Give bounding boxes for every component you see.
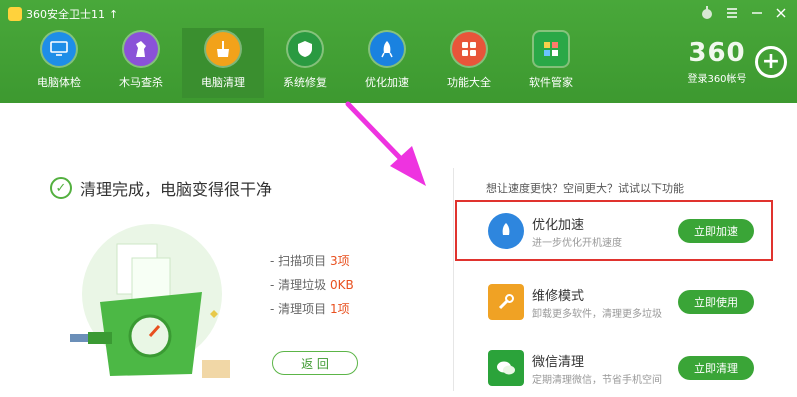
card-repair-mode[interactable]: 维修模式 卸载更多软件，清理更多垃圾 立即使用 (485, 273, 785, 331)
tab-software-manager[interactable]: 软件管家 (510, 28, 592, 98)
login-link[interactable]: 登录360帐号 (677, 70, 757, 85)
stat-item: - 扫描项目 3项 (270, 254, 350, 268)
tab-system-repair[interactable]: 系统修复 (264, 28, 346, 98)
grid-icon (452, 32, 486, 66)
broom-icon (206, 32, 240, 66)
wechat-icon (488, 350, 524, 386)
tab-pc-checkup[interactable]: 电脑体检 (18, 28, 100, 98)
app-title: 360安全卫士11 ↑ (8, 6, 118, 22)
menu-icon[interactable] (725, 7, 739, 23)
card-name: 微信清理 (532, 355, 585, 370)
tab-label: 优化加速 (365, 76, 409, 89)
upgrade-arrow-icon[interactable]: ↑ (109, 8, 118, 21)
result-title-text: 清理完成，电脑变得很干净 (80, 180, 273, 199)
tab-label: 系统修复 (283, 76, 327, 89)
suggest-title: 想让速度更快？空间更大？试试以下功能 (486, 182, 684, 195)
minimize-icon[interactable] (751, 7, 763, 23)
tab-all-features[interactable]: 功能大全 (428, 28, 510, 98)
tab-label: 木马查杀 (119, 76, 163, 89)
brand-area[interactable]: 360 登录360帐号 (677, 40, 757, 85)
tool-tabs: 电脑体检 木马查杀 电脑清理 系统修复 优化加速 功能大全 软件管家 (18, 28, 592, 98)
top-toolbar: 360安全卫士11 ↑ 电脑体检 木马查杀 电脑清理 系统修复 优化加速 功能大… (0, 0, 797, 103)
tab-label: 功能大全 (447, 76, 491, 89)
rocket-icon (370, 32, 404, 66)
tab-label: 电脑清理 (201, 76, 245, 89)
stat-item: - 清理项目 1项 (270, 302, 350, 316)
app-logo-icon (8, 7, 22, 21)
shield-icon (288, 32, 322, 66)
card-desc: 定期清理微信，节省手机空间 (532, 375, 662, 386)
highlight-box (455, 200, 773, 261)
check-icon: ✓ (50, 177, 72, 199)
card-name: 维修模式 (532, 289, 585, 304)
card-wechat-clean[interactable]: 微信清理 定期清理微信，节省手机空间 立即清理 (485, 339, 785, 397)
skin-icon[interactable] (701, 6, 713, 24)
tab-optimize-speed[interactable]: 优化加速 (346, 28, 428, 98)
result-title: ✓ 清理完成，电脑变得很干净 (50, 176, 272, 200)
close-icon[interactable] (775, 7, 787, 23)
arrow-annotation-icon (345, 101, 426, 186)
cleanup-machine-illustration (70, 224, 230, 378)
window-controls (701, 6, 787, 24)
apps-icon (534, 32, 568, 66)
stat-value: 3项 (330, 254, 350, 268)
plus-icon[interactable]: + (755, 46, 787, 78)
use-now-button[interactable]: 立即使用 (678, 290, 754, 314)
horse-icon (124, 32, 158, 66)
tab-pc-cleanup[interactable]: 电脑清理 (182, 28, 264, 98)
divider (453, 168, 454, 391)
tab-label: 软件管家 (529, 76, 573, 89)
brand-logo: 360 (688, 38, 746, 68)
back-button[interactable]: 返 回 (272, 351, 358, 375)
stat-value: 1项 (330, 302, 350, 316)
stat-item: - 清理垃圾 0KB (270, 278, 354, 292)
stat-value: 0KB (330, 278, 354, 292)
wrench-icon (488, 284, 524, 320)
app-title-text: 360安全卫士11 (26, 8, 105, 21)
monitor-icon (42, 32, 76, 66)
tab-label: 电脑体检 (37, 76, 81, 89)
clean-now-button[interactable]: 立即清理 (678, 356, 754, 380)
cleanup-stats: - 扫描项目 3项 - 清理垃圾 0KB - 清理项目 1项 (270, 249, 354, 321)
tab-trojan-scan[interactable]: 木马查杀 (100, 28, 182, 98)
card-desc: 卸载更多软件，清理更多垃圾 (532, 309, 662, 320)
